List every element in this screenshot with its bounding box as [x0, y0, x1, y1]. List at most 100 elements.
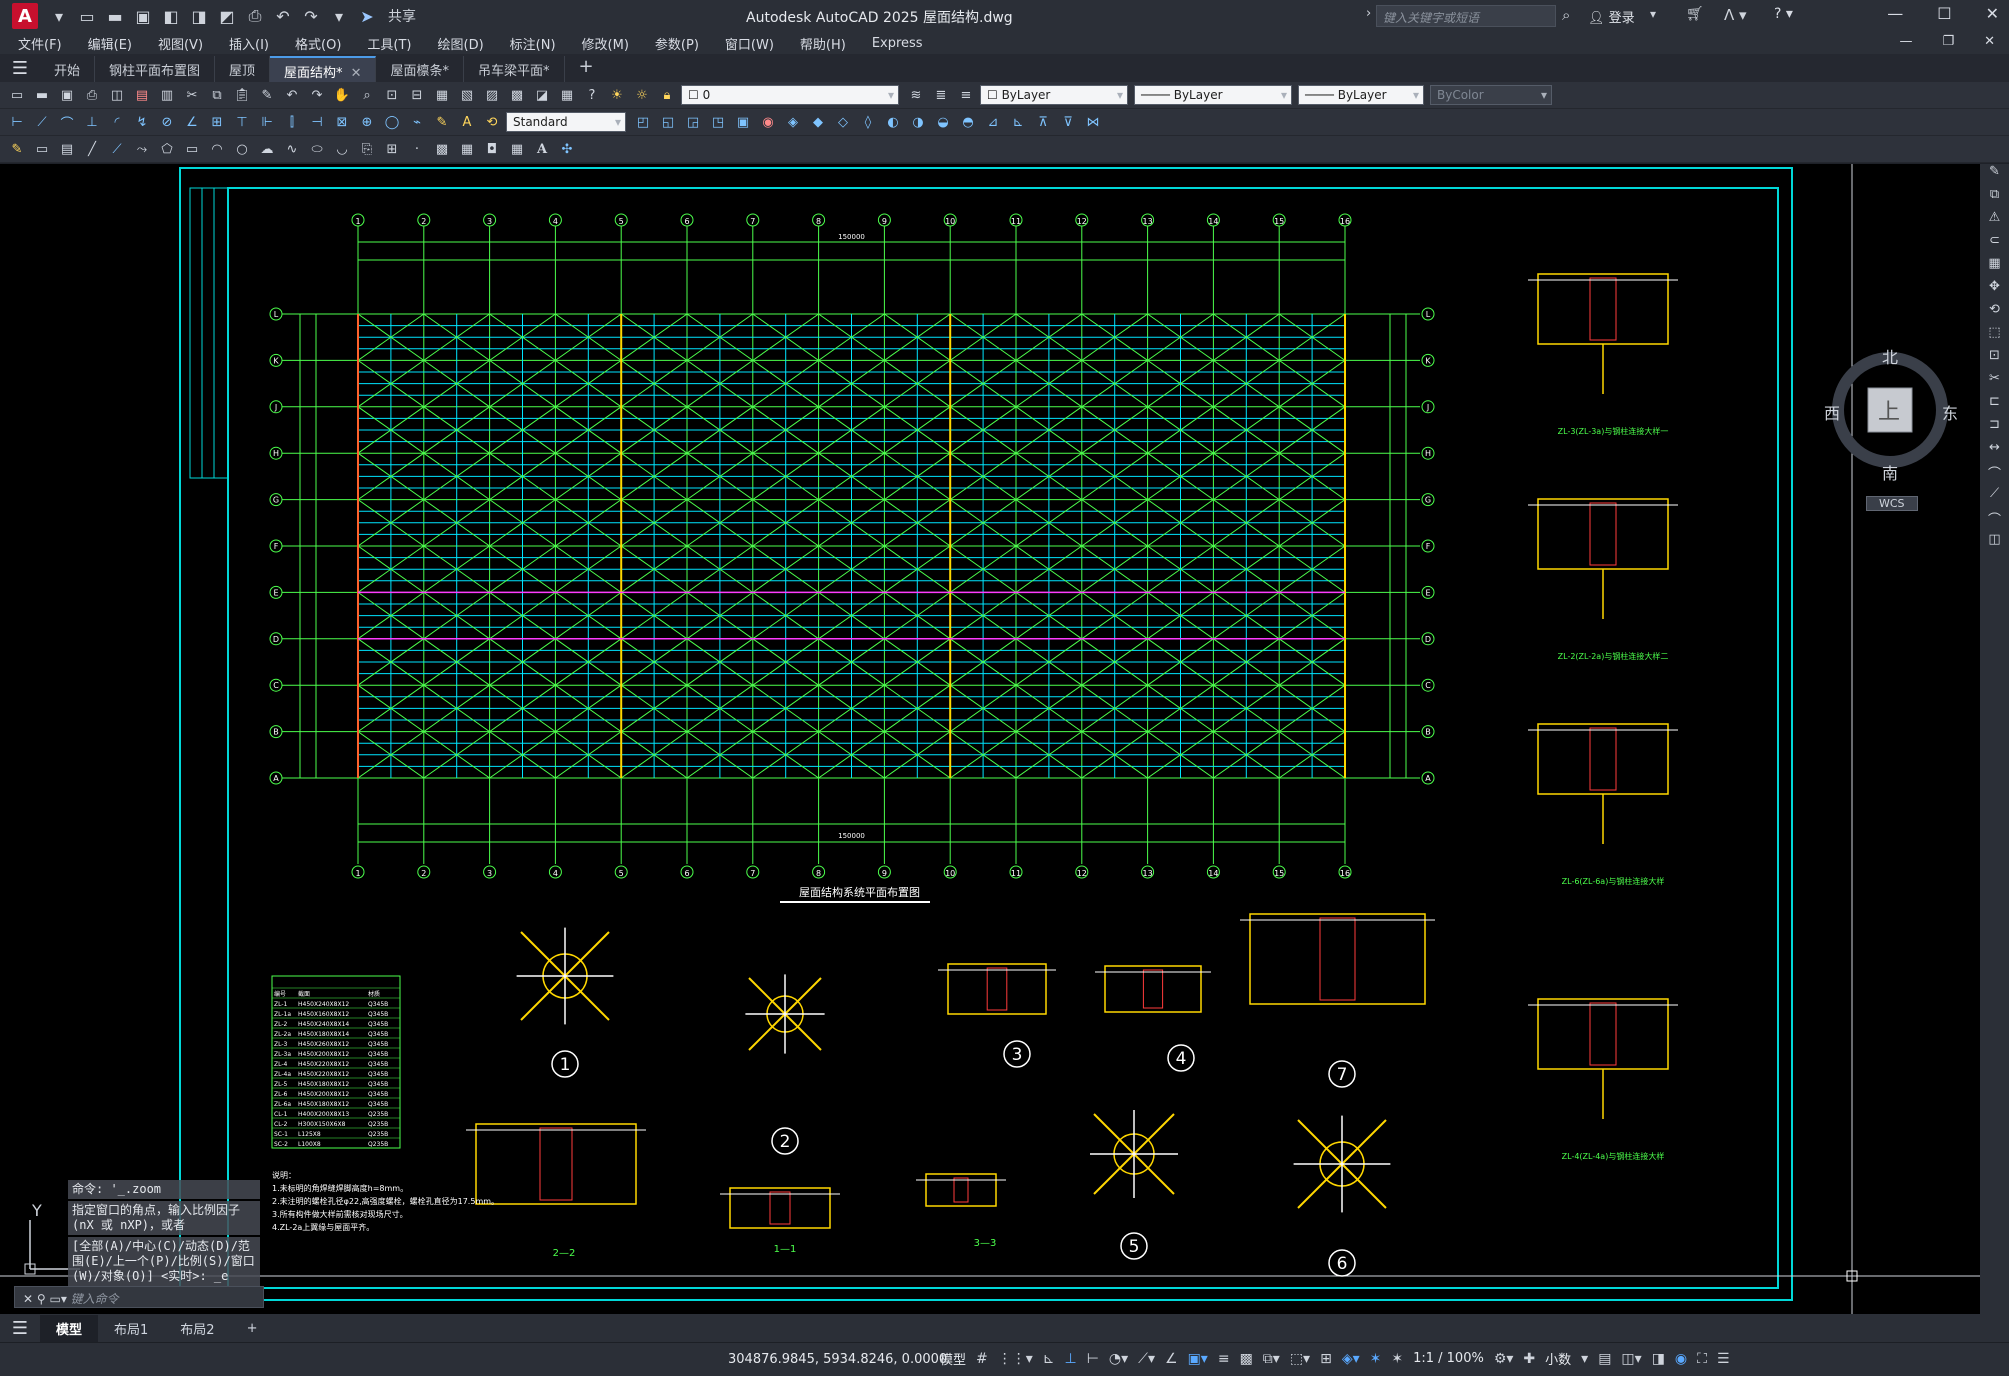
rectangle-icon[interactable]: ▭ [181, 139, 203, 159]
layout-tab[interactable]: 模型 [40, 1314, 99, 1342]
layer-iso-icon[interactable]: ≡ [955, 85, 977, 105]
menu-item[interactable]: 绘图(D) [438, 34, 484, 53]
menu-item[interactable]: 参数(P) [655, 34, 699, 53]
radius-icon[interactable]: ◜ [106, 112, 128, 132]
dynamic-input-icon[interactable]: ⊥ [1065, 1351, 1077, 1367]
snap-icon[interactable]: ⋮⋮▾ [998, 1351, 1033, 1367]
quick-dim-icon[interactable]: ⊞ [206, 112, 228, 132]
save-icon[interactable]: ▣ [56, 85, 78, 105]
make-block-icon[interactable]: ▤ [56, 139, 78, 159]
qat-menu-icon[interactable]: ▾ [328, 7, 350, 26]
customize-icon[interactable]: ☰ [1717, 1351, 1730, 1367]
viewcube-south[interactable]: 南 [1882, 460, 1898, 484]
help-icon[interactable]: ? [581, 85, 603, 105]
quick-props-icon[interactable]: ▾ [1581, 1351, 1588, 1367]
file-tab[interactable]: 屋面结构* ✕ [270, 56, 377, 82]
ucs-2-icon[interactable]: ⊾ [1007, 112, 1029, 132]
modify-tool-icon[interactable]: ⊡ [1980, 348, 2009, 371]
modify-tool-icon[interactable]: ◫ [1980, 532, 2009, 555]
graphics-perf-icon[interactable]: ◨ [1652, 1351, 1665, 1367]
auto-scale-icon[interactable]: ✶ [1391, 1351, 1403, 1367]
view-4-icon[interactable]: ◳ [707, 112, 729, 132]
search-input[interactable]: 键入关键字或短语 [1376, 5, 1556, 27]
calc-icon[interactable]: ▦ [556, 85, 578, 105]
maximize-icon[interactable]: ☐ [1937, 4, 1951, 23]
baseline-icon[interactable]: ⊤ [231, 112, 253, 132]
design-center-icon[interactable]: ▧ [456, 85, 478, 105]
model-space-button[interactable]: 模型 [940, 1349, 966, 1368]
modify-tool-icon[interactable]: ✥ [1980, 279, 2009, 302]
lineweight-icon[interactable]: ≡ [1218, 1351, 1230, 1367]
continue-icon[interactable]: ⊩ [256, 112, 278, 132]
ellipse-arc-icon[interactable]: ◡ [331, 139, 353, 159]
layer-lock-icon[interactable]: 🔒︎ [656, 85, 678, 105]
layer-previous-icon[interactable]: ≣ [930, 85, 952, 105]
polar-icon[interactable]: ◔▾ [1109, 1351, 1128, 1367]
hatch-icon[interactable]: ▩ [431, 139, 453, 159]
lineweight-dropdown[interactable]: ──── ByLayer [1298, 85, 1424, 105]
zoom-prev-icon[interactable]: ⊟ [406, 85, 428, 105]
redo-icon[interactable]: ↷ [300, 7, 322, 26]
menu-item[interactable]: 标注(N) [510, 34, 556, 53]
autodesk-app-icon[interactable]: Ʌ ▾ [1724, 6, 1747, 24]
viewcube-east[interactable]: 东 [1942, 400, 1958, 424]
arc-icon[interactable]: ◠ [206, 139, 228, 159]
view-2-icon[interactable]: ◱ [657, 112, 679, 132]
jog-line-icon[interactable]: ⌁ [406, 112, 428, 132]
autocad-logo[interactable]: A [12, 3, 38, 29]
layout-tab[interactable]: 布局2 [164, 1315, 230, 1342]
view-9-icon[interactable]: ◇ [832, 112, 854, 132]
polyline-icon[interactable]: ⤳ [131, 139, 153, 159]
point-icon[interactable]: · [406, 139, 428, 159]
modify-tool-icon[interactable]: ⚠ [1980, 210, 2009, 233]
make-current-icon[interactable]: ≋ [905, 85, 927, 105]
undo-icon[interactable]: ↶ [281, 85, 303, 105]
workspace-icon[interactable]: ⚙▾ [1494, 1351, 1514, 1367]
cut-icon[interactable]: ✂ [181, 85, 203, 105]
save-as-icon[interactable]: ◧ [160, 7, 182, 26]
view-7-icon[interactable]: ◈ [782, 112, 804, 132]
ucs-4-icon[interactable]: ⊽ [1057, 112, 1079, 132]
angular-icon[interactable]: ∠ [181, 112, 203, 132]
isodraft-icon[interactable]: ⟋▾ [1138, 1351, 1155, 1367]
polygon-icon[interactable]: ⬠ [156, 139, 178, 159]
dim-space-icon[interactable]: ⫿ [281, 112, 303, 132]
color-dropdown[interactable]: ☐ ByLayer [980, 85, 1128, 105]
file-tab[interactable]: 屋顶 [215, 56, 271, 82]
3d-print-icon[interactable]: ▥ [156, 85, 178, 105]
plot-icon[interactable]: ⎙ [244, 6, 266, 26]
insert-block-icon[interactable]: ▭ [31, 139, 53, 159]
block-icon[interactable]: ⊞ [381, 139, 403, 159]
layer-dropdown[interactable]: ☐ 0 [681, 85, 899, 105]
osnap-icon[interactable]: ▣▾ [1188, 1351, 1208, 1367]
file-tab[interactable]: 屋面檩条* [376, 56, 464, 82]
add-layout-button[interactable]: + [231, 1317, 274, 1340]
open-web-icon[interactable]: ◨ [188, 7, 210, 26]
dim-break-icon[interactable]: ⊣ [306, 112, 328, 132]
pan-icon[interactable]: ✋ [331, 85, 353, 105]
modify-tool-icon[interactable]: ✂ [1980, 371, 2009, 394]
layer-props-icon[interactable]: ☀ [606, 85, 628, 105]
region-icon[interactable]: ◘ [481, 139, 503, 159]
view-3-icon[interactable]: ◲ [682, 112, 704, 132]
visual-style-4-icon[interactable]: ◓ [957, 112, 979, 132]
3d-osnap-icon[interactable]: ⬚▾ [1290, 1351, 1310, 1367]
modify-tool-icon[interactable]: ⌒ [1980, 463, 2009, 486]
lock-ui-icon[interactable]: ▤ [1598, 1351, 1611, 1367]
menu-item[interactable]: 窗口(W) [725, 34, 774, 53]
plot-icon[interactable]: ⎙ [81, 85, 103, 105]
line-icon[interactable]: ╱ [81, 139, 103, 159]
file-tab[interactable]: 开始 [40, 56, 96, 82]
insert-icon[interactable]: ⎘ [356, 139, 378, 159]
new-file-icon[interactable]: ▭ [76, 7, 98, 26]
view-8-icon[interactable]: ◆ [807, 112, 829, 132]
modify-tool-icon[interactable]: ⊐ [1980, 417, 2009, 440]
layer-state-icon[interactable]: ☼ [631, 85, 653, 105]
tolerance-icon[interactable]: ⊠ [331, 112, 353, 132]
sheet-set-icon[interactable]: ▩ [506, 85, 528, 105]
selection-filter-icon[interactable]: ◈▾ [1342, 1351, 1360, 1367]
layout-tab[interactable]: 布局1 [98, 1315, 164, 1342]
annotation-monitor-icon[interactable]: ✚ [1523, 1351, 1535, 1367]
doc-close-icon[interactable]: ✕ [1984, 34, 1995, 49]
open-folder-icon[interactable]: ▬ [104, 7, 126, 26]
